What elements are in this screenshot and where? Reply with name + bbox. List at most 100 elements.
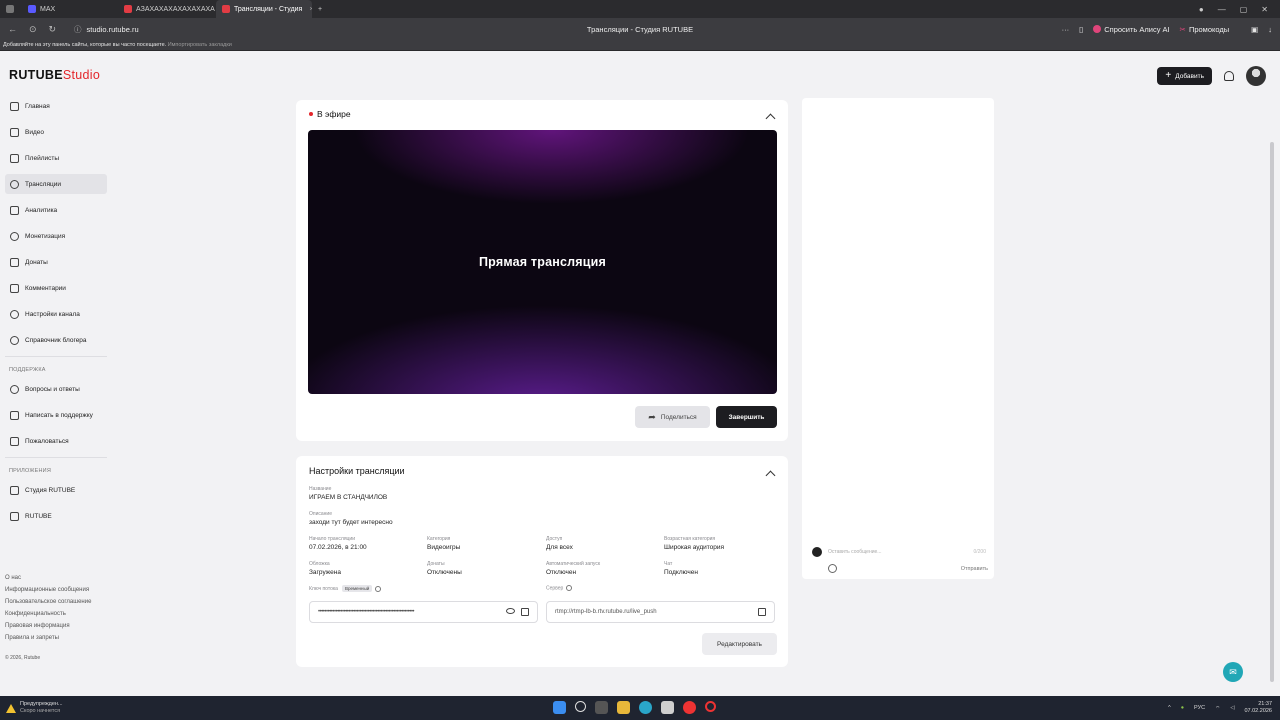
sidebar-item-home[interactable]: Главная (5, 96, 107, 116)
help-icon[interactable] (375, 585, 382, 592)
browser-tab-video[interactable]: АЗАХАХАХАХАХАХАХА (118, 0, 216, 18)
server-url-field[interactable]: rtmp://rtmp-lb-b.rtv.rutube.ru/live_push (546, 601, 775, 623)
copyright: © 2026, Rutube (5, 655, 41, 661)
copy-icon[interactable] (758, 608, 766, 616)
sidebar-item-playlists[interactable]: Плейлисты (5, 148, 107, 168)
taskbar-notification[interactable]: Предупрежден... Скоро начнется (0, 701, 63, 715)
copy-icon[interactable] (521, 608, 529, 616)
extensions-icon[interactable]: ▣ (1251, 25, 1258, 34)
footer-link-privacy[interactable]: Конфиденциальность (5, 608, 91, 620)
reload-icon[interactable]: ↻ (49, 24, 57, 35)
collapse-chevron-icon[interactable] (765, 113, 776, 124)
server-label: Сервер (546, 585, 573, 593)
close-window-icon[interactable]: ✕ (1261, 5, 1268, 14)
chat-bubble-icon: ✉ (1229, 666, 1237, 677)
live-card: В эфире Прямая трансляция ➦ Поделиться З… (296, 100, 788, 441)
browser-menu-button[interactable] (0, 0, 22, 18)
sidebar-item-analytics[interactable]: Аналитика (5, 200, 107, 220)
import-bookmarks-link[interactable]: Импортировать закладки (168, 42, 232, 48)
language-indicator[interactable]: РУС (1194, 705, 1205, 711)
minimize-icon[interactable]: — (1218, 5, 1226, 14)
clock[interactable]: 21:37 07.02.2026 (1244, 701, 1272, 715)
sidebar-item-video[interactable]: Видео (5, 122, 107, 142)
footer-link-legal[interactable]: Правовая информация (5, 620, 91, 632)
footer-link-about[interactable]: О нас (5, 572, 91, 584)
sidebar-item-monetization[interactable]: Монетизация (5, 226, 107, 246)
download-icon[interactable]: ↓ (1268, 25, 1272, 34)
maximize-icon[interactable]: ▢ (1240, 5, 1248, 14)
store-icon[interactable] (661, 701, 674, 714)
opera-icon[interactable] (705, 701, 716, 712)
sidebar-item-studio-app[interactable]: Студия RUTUBE (5, 480, 107, 500)
field-age: Возрастная категория Широкая аудитория (664, 536, 725, 551)
url-field[interactable]: studio.rutube.ru (87, 25, 139, 34)
support-section-title: ПОДДЕРЖКА (9, 367, 46, 373)
sidebar-item-faq[interactable]: Вопросы и ответы (5, 379, 107, 399)
bookmark-icon[interactable]: ▯ (1079, 25, 1083, 34)
info-icon (10, 335, 19, 345)
profile-icon[interactable]: ● (1199, 5, 1204, 14)
comments-icon (10, 283, 19, 293)
share-button[interactable]: ➦ Поделиться (635, 406, 710, 428)
add-button[interactable]: + Добавить (1157, 67, 1212, 85)
sidebar-item-streams[interactable]: Трансляции (5, 174, 107, 194)
stream-settings-card: Настройки трансляции Название ИГРАЕМ В С… (296, 456, 788, 667)
yandex-browser-icon[interactable] (683, 701, 696, 714)
help-icon[interactable] (566, 585, 573, 591)
chat-input[interactable]: Оставить сообщение... (828, 549, 881, 555)
question-icon (10, 384, 19, 394)
stream-key-field[interactable]: ••••••••••••••••••••••••••••••••••••••••… (309, 601, 538, 623)
forward-icon[interactable]: ⊙ (29, 24, 37, 35)
windows-start-icon[interactable] (553, 701, 566, 714)
footer-link-rules[interactable]: Правила и запреты (5, 632, 91, 644)
back-icon[interactable]: ← (8, 24, 17, 35)
header-actions: + Добавить (1157, 66, 1266, 86)
tray-app-icon[interactable]: ● (1181, 705, 1184, 711)
browser-tab-studio[interactable]: Трансляции - Студия × (216, 0, 312, 18)
sidebar-item-rutube-app[interactable]: RUTUBE (5, 506, 107, 526)
folder-icon[interactable] (617, 701, 630, 714)
app-icon (10, 485, 19, 495)
sidebar-item-blogger-guide[interactable]: Справочник блогера (5, 330, 107, 350)
eye-icon[interactable] (506, 608, 515, 614)
site-info-icon[interactable]: ⓘ (74, 24, 82, 35)
collapse-chevron-icon[interactable] (765, 470, 776, 481)
avatar (812, 547, 822, 557)
bell-icon[interactable] (1224, 71, 1234, 81)
new-tab-button[interactable]: + (312, 0, 328, 18)
support-chat-button[interactable]: ✉ (1223, 662, 1243, 682)
sidebar-item-write-support[interactable]: Написать в поддержку (5, 405, 107, 425)
send-button[interactable]: Отправить (961, 566, 988, 572)
chevron-up-icon[interactable]: ^ (1168, 705, 1171, 711)
sidebar-item-report[interactable]: Пожаловаться (5, 431, 107, 451)
search-icon[interactable] (575, 701, 586, 712)
more-icon[interactable]: ··· (1062, 25, 1070, 34)
player-label: Прямая трансляция (478, 255, 607, 269)
browser-tab-max[interactable]: MAX (22, 0, 118, 18)
avatar[interactable] (1246, 66, 1266, 86)
sidebar-item-donates[interactable]: Донаты (5, 252, 107, 272)
live-status: В эфире (309, 109, 351, 119)
sidebar-item-comments[interactable]: Комментарии (5, 278, 107, 298)
footer-link-agreement[interactable]: Пользовательское соглашение (5, 596, 91, 608)
video-player[interactable]: Прямая трансляция (308, 130, 777, 394)
home-icon (10, 101, 19, 111)
promo-button[interactable]: ✂ Промокоды (1180, 25, 1230, 34)
network-icon[interactable]: ⌔ (1215, 705, 1220, 712)
share-icon: ➦ (648, 411, 656, 422)
edge-icon[interactable] (639, 701, 652, 714)
edit-button[interactable]: Редактировать (702, 633, 777, 655)
footer-link-info[interactable]: Информационные сообщения (5, 584, 91, 596)
page-scrollbar[interactable] (1270, 142, 1274, 682)
end-stream-button[interactable]: Завершить (716, 406, 777, 428)
sidebar: Главная Видео Плейлисты Трансляции Анали… (5, 96, 107, 532)
field-donates: Донаты Отключены (427, 561, 462, 576)
ask-alice-button[interactable]: Спросить Алису AI (1093, 25, 1170, 34)
broadcast-icon (10, 179, 19, 189)
volume-icon[interactable]: ◁ (1230, 705, 1234, 711)
smile-icon[interactable] (828, 564, 837, 573)
rutube-studio-logo[interactable]: RUTUBEStudio (9, 68, 100, 82)
sidebar-item-channel-settings[interactable]: Настройки канала (5, 304, 107, 324)
apps-section-title: ПРИЛОЖЕНИЯ (9, 468, 51, 474)
task-view-icon[interactable] (595, 701, 608, 714)
